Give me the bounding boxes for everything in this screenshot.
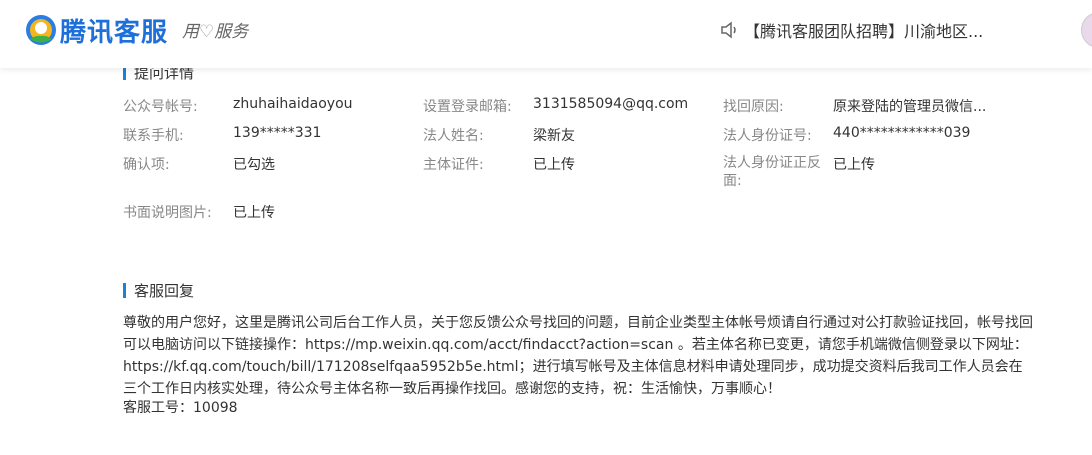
value-legal-id: 440************039 bbox=[833, 125, 971, 141]
label-legal-id: 法人身份证号: bbox=[723, 128, 812, 144]
speaker-icon bbox=[721, 21, 736, 39]
label-confirm: 确认项: bbox=[123, 157, 170, 173]
label-account: 公众号帐号: bbox=[123, 99, 198, 115]
value-reason: 原来登陆的管理员微信... bbox=[833, 99, 987, 115]
slogan-suffix: 服务 bbox=[214, 22, 249, 42]
value-legal-name: 梁新友 bbox=[533, 128, 575, 144]
header: 腾讯客服 用♡服务 【腾讯客服团队招聘】川渝地区... bbox=[0, 0, 1092, 68]
value-login-email: 3131585094@qq.com bbox=[533, 96, 689, 112]
value-written-image: 已上传 bbox=[233, 205, 275, 221]
avatar[interactable] bbox=[1081, 12, 1092, 48]
notice-text[interactable]: 【腾讯客服团队招聘】川渝地区... bbox=[744, 18, 983, 42]
label-legal-name: 法人姓名: bbox=[423, 128, 484, 144]
label-id-both-sides: 法人身份证正反面: bbox=[723, 155, 821, 189]
value-entity-cert: 已上传 bbox=[533, 157, 575, 173]
label-reason: 找回原因: bbox=[723, 99, 784, 115]
brand-slogan: 用♡服务 bbox=[182, 17, 248, 42]
notice-bar[interactable]: 【腾讯客服团队招聘】川渝地区... bbox=[720, 19, 983, 41]
brand-name[interactable]: 腾讯客服 bbox=[60, 12, 168, 49]
label-entity-cert: 主体证件: bbox=[423, 157, 484, 173]
section-title-reply: 客服回复 bbox=[123, 280, 194, 301]
reply-body: 尊敬的用户您好，这里是腾讯公司后台工作人员，关于您反馈公众号找回的问题，目前企业… bbox=[123, 315, 1033, 397]
label-phone: 联系手机: bbox=[123, 128, 184, 144]
label-login-email: 设置登录邮箱: bbox=[423, 99, 512, 115]
value-confirm: 已勾选 bbox=[233, 157, 275, 173]
value-phone: 139*****331 bbox=[233, 125, 322, 141]
slogan-prefix: 用 bbox=[182, 22, 199, 42]
staff-id: 客服工号：10098 bbox=[123, 400, 238, 416]
tencent-logo-icon[interactable] bbox=[24, 13, 58, 47]
heart-icon: ♡ bbox=[199, 22, 215, 42]
value-account: zhuhaihaidaoyou bbox=[233, 96, 353, 112]
value-id-both-sides: 已上传 bbox=[833, 157, 875, 173]
label-written-image: 书面说明图片: bbox=[123, 205, 212, 221]
